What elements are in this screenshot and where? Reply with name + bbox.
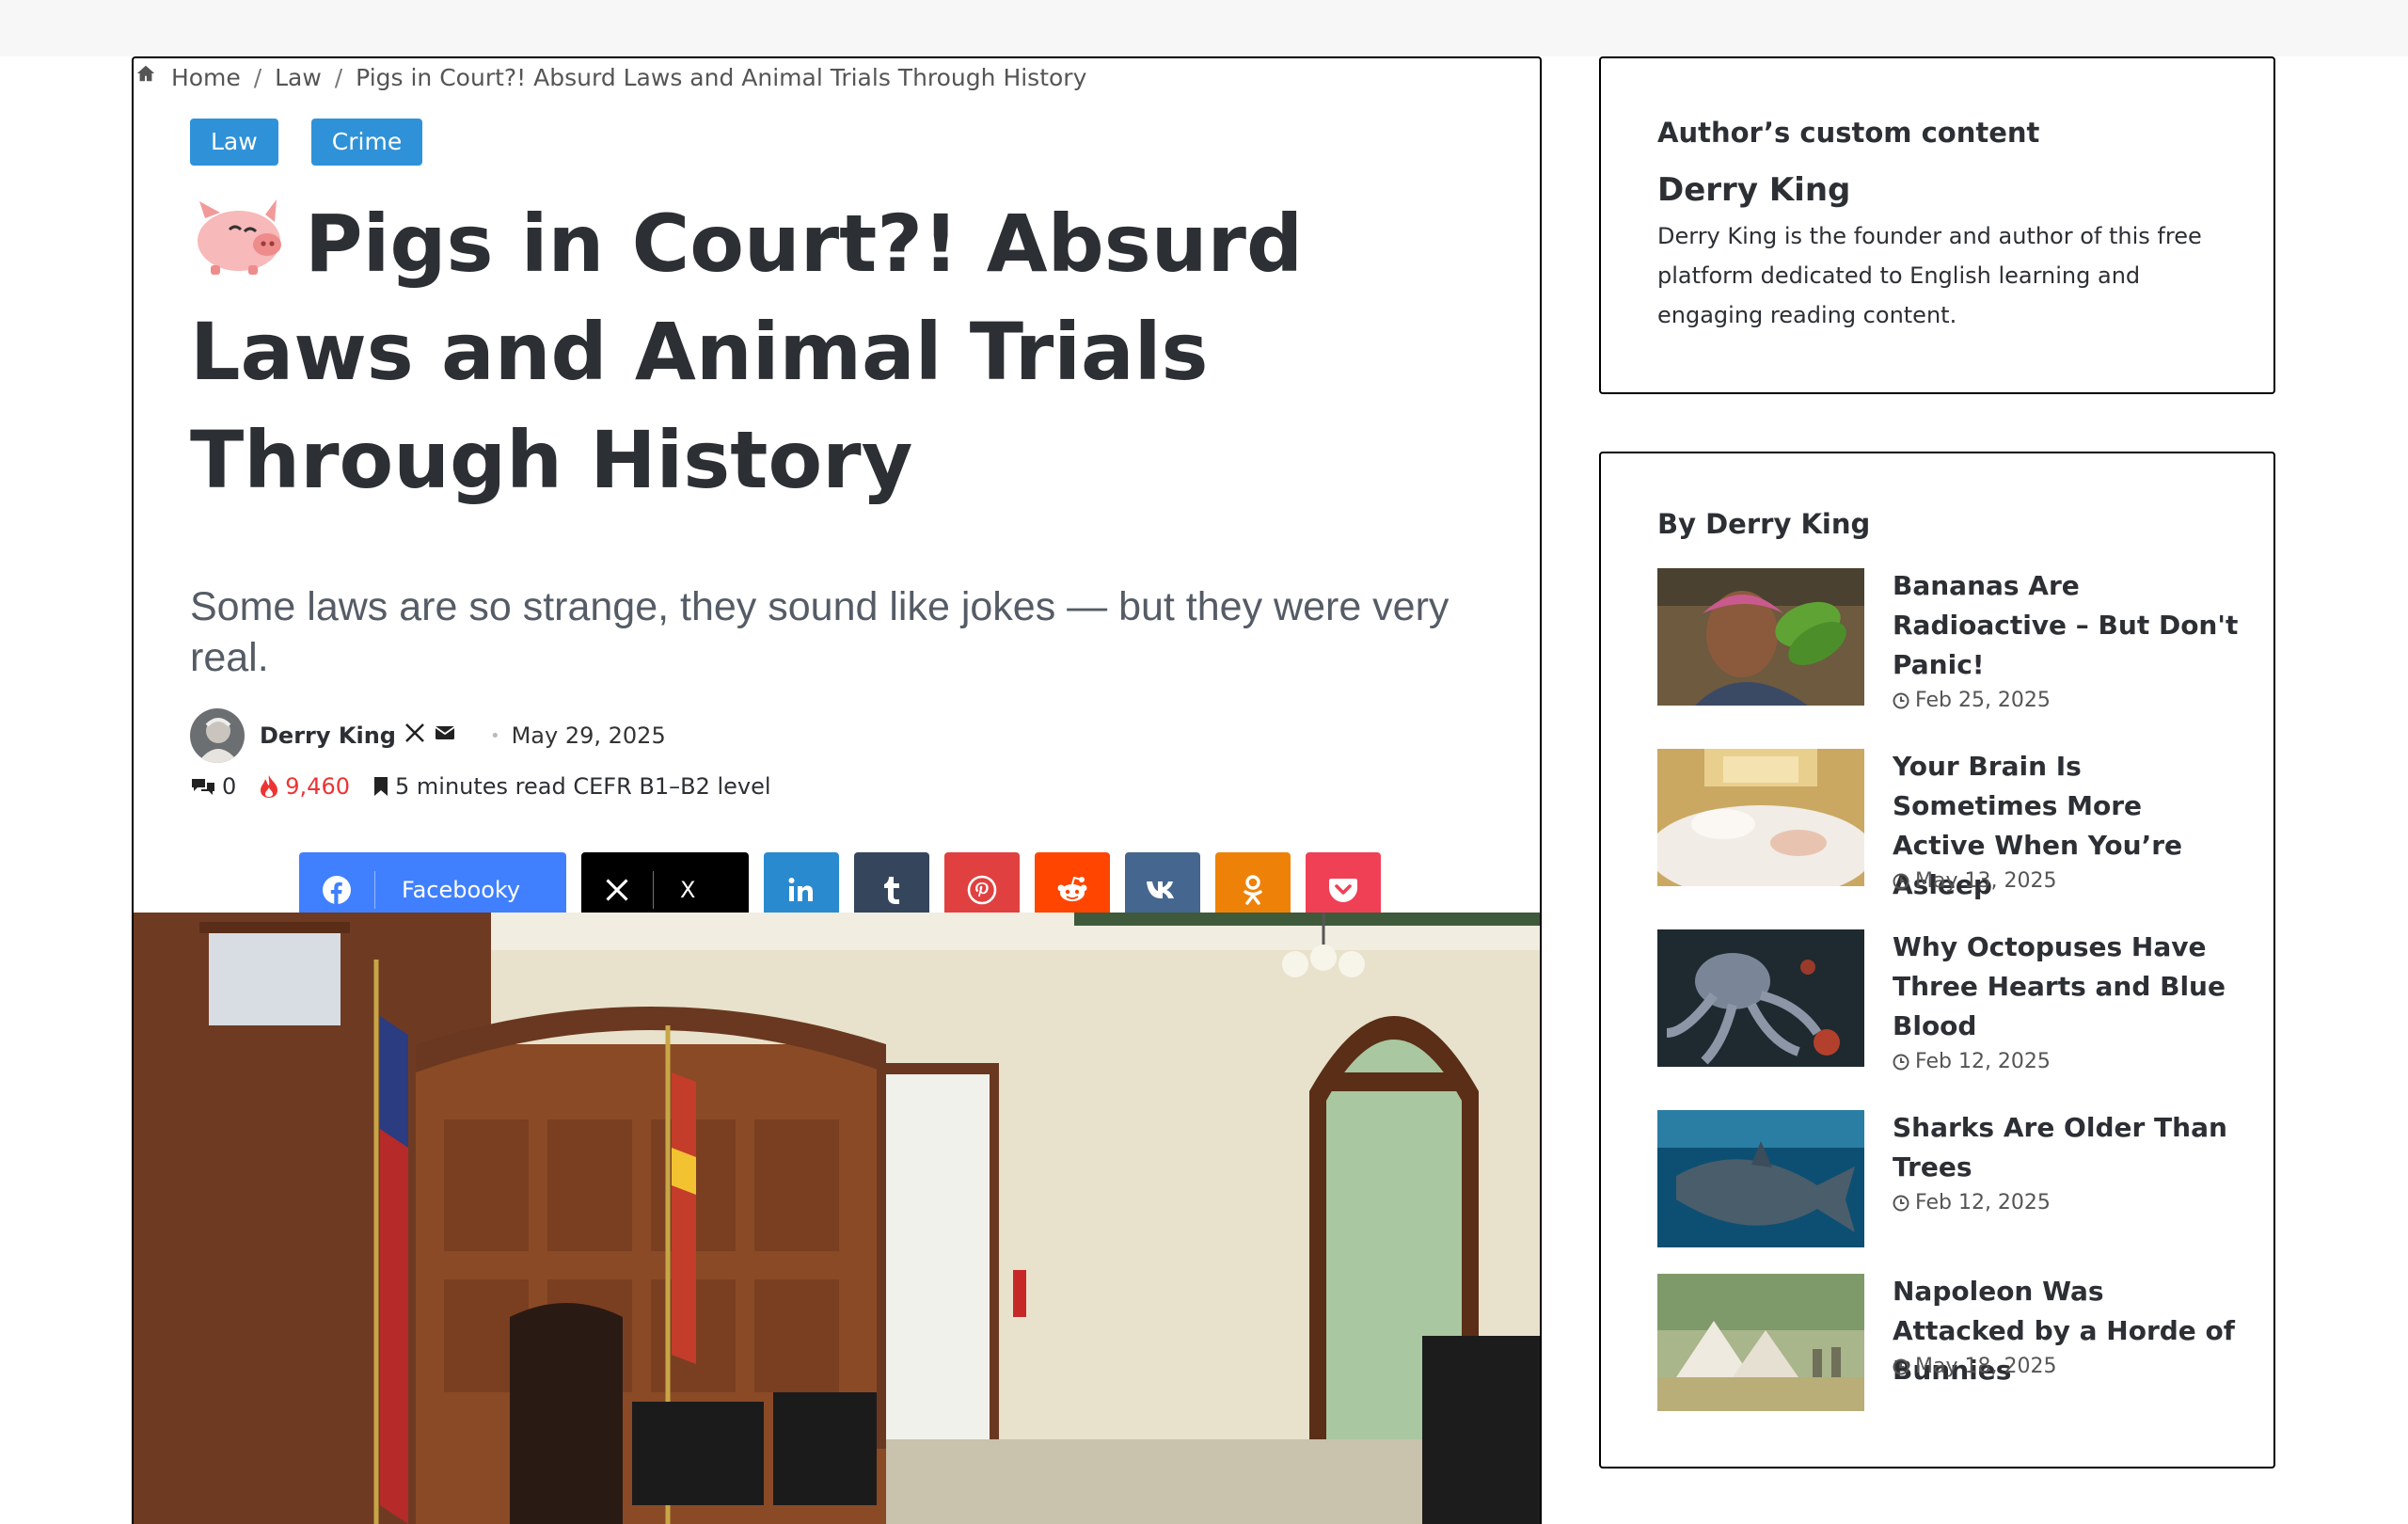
post-stats: 0 9,460 5 minutes read CEFR B1–B2 level: [190, 773, 794, 800]
breadcrumb: Home / Law / Pigs in Court?! Absurd Laws…: [135, 62, 1086, 91]
list-item[interactable]: Your Brain Is Sometimes More Active When…: [1657, 749, 2241, 900]
clock-icon: [1893, 873, 1909, 889]
avatar[interactable]: [190, 708, 245, 763]
breadcrumb-home[interactable]: Home: [171, 64, 241, 91]
post-date: May 13, 2025: [1893, 869, 2056, 893]
envelope-icon[interactable]: [434, 722, 464, 750]
category-tag-law[interactable]: Law: [190, 119, 278, 166]
article-card: Home / Law / Pigs in Court?! Absurd Laws…: [132, 56, 1542, 1524]
breadcrumb-category[interactable]: Law: [275, 64, 322, 91]
publish-date: May 29, 2025: [511, 722, 666, 749]
post-title[interactable]: Bananas Are Radioactive – But Don't Pani…: [1893, 566, 2241, 685]
clock-icon: [1893, 1195, 1909, 1211]
share-divider: [653, 871, 654, 909]
post-date: May 18, 2025: [1893, 1355, 2056, 1378]
home-icon: [135, 64, 164, 91]
top-bar: [0, 0, 2408, 56]
author-widget: Author’s custom content Derry King Derry…: [1599, 56, 2275, 394]
list-item[interactable]: Bananas Are Radioactive – But Don't Pani…: [1657, 566, 2241, 712]
clock-icon: [1893, 1054, 1909, 1070]
read-time: 5 minutes read CEFR B1–B2 level: [372, 773, 771, 800]
list-item[interactable]: Why Octopuses Have Three Hearts and Blue…: [1657, 928, 2241, 1073]
category-tag-crime[interactable]: Crime: [310, 119, 423, 166]
views-count: 9,460: [259, 773, 350, 800]
post-thumbnail[interactable]: [1657, 1274, 1864, 1411]
author-posts-widget: By Derry King Bananas Are Radioactive – …: [1599, 452, 2275, 1468]
x-twitter-icon[interactable]: [404, 722, 434, 750]
comments-icon: [192, 779, 214, 795]
list-item[interactable]: Napoleon Was Attacked by a Horde of Bunn…: [1657, 1274, 2241, 1415]
post-thumbnail[interactable]: [1657, 1110, 1864, 1247]
odnoklassniki-icon: [1244, 875, 1262, 905]
post-title[interactable]: Why Octopuses Have Three Hearts and Blue…: [1893, 928, 2241, 1046]
reddit-icon: [1057, 876, 1087, 901]
widget-title: By Derry King: [1657, 508, 1871, 540]
post-thumbnail[interactable]: [1657, 749, 1864, 886]
facebook-icon: [323, 876, 351, 904]
widget-author-bio: Derry King is the founder and author of …: [1657, 223, 2202, 328]
post-date-value: Feb 25, 2025: [1915, 689, 2051, 712]
pig-face-icon: [190, 196, 284, 275]
share-divider: [374, 871, 375, 909]
breadcrumb-separator: /: [334, 63, 343, 91]
tumblr-icon: [884, 877, 899, 904]
share-x-label: X: [680, 877, 696, 903]
meta-separator: •: [489, 725, 500, 746]
views-count-value: 9,460: [285, 773, 350, 800]
author-name[interactable]: Derry King: [260, 722, 396, 749]
widget-title: Author’s custom content: [1657, 117, 2040, 149]
pinterest-icon: [967, 875, 997, 905]
category-tags: Law Crime: [190, 119, 451, 166]
comments-count[interactable]: 0: [190, 773, 236, 800]
list-item[interactable]: Sharks Are Older Than Trees Feb 12, 2025: [1657, 1110, 2241, 1251]
post-date-value: May 13, 2025: [1915, 869, 2057, 893]
post-date-value: May 18, 2025: [1915, 1355, 2057, 1378]
author-meta: Derry King • May 29, 2025: [190, 707, 666, 764]
fire-icon: [261, 775, 278, 798]
featured-image: [134, 913, 1540, 1524]
clock-icon: [1893, 1358, 1909, 1374]
share-facebook-label: Facebooky: [402, 877, 521, 903]
x-logo-icon: [606, 879, 628, 901]
article-title: Pigs in Court?! Absurd Laws and Animal T…: [190, 190, 1488, 515]
pocket-icon: [1329, 879, 1357, 902]
breadcrumb-separator: /: [253, 63, 262, 91]
post-thumbnail[interactable]: [1657, 929, 1864, 1067]
post-date: Feb 12, 2025: [1893, 1191, 2051, 1214]
clock-icon: [1893, 692, 1909, 708]
read-time-text: 5 minutes read CEFR B1–B2 level: [395, 773, 771, 800]
vk-icon: [1147, 881, 1174, 898]
post-date-value: Feb 12, 2025: [1915, 1050, 2051, 1073]
post-date: Feb 12, 2025: [1893, 1050, 2051, 1073]
article-subtitle: Some laws are so strange, they sound lik…: [190, 584, 1450, 680]
bookmark-icon: [374, 777, 388, 796]
post-date: Feb 25, 2025: [1893, 689, 2051, 712]
article-title-text: Pigs in Court?! Absurd Laws and Animal T…: [190, 198, 1304, 506]
post-date-value: Feb 12, 2025: [1915, 1191, 2051, 1214]
widget-author-name: Derry King: [1657, 171, 1851, 209]
post-thumbnail[interactable]: [1657, 568, 1864, 706]
post-title[interactable]: Sharks Are Older Than Trees: [1893, 1108, 2241, 1187]
comments-count-value: 0: [222, 773, 237, 800]
linkedin-icon: [788, 878, 813, 901]
breadcrumb-current: Pigs in Court?! Absurd Laws and Animal T…: [356, 63, 1087, 91]
